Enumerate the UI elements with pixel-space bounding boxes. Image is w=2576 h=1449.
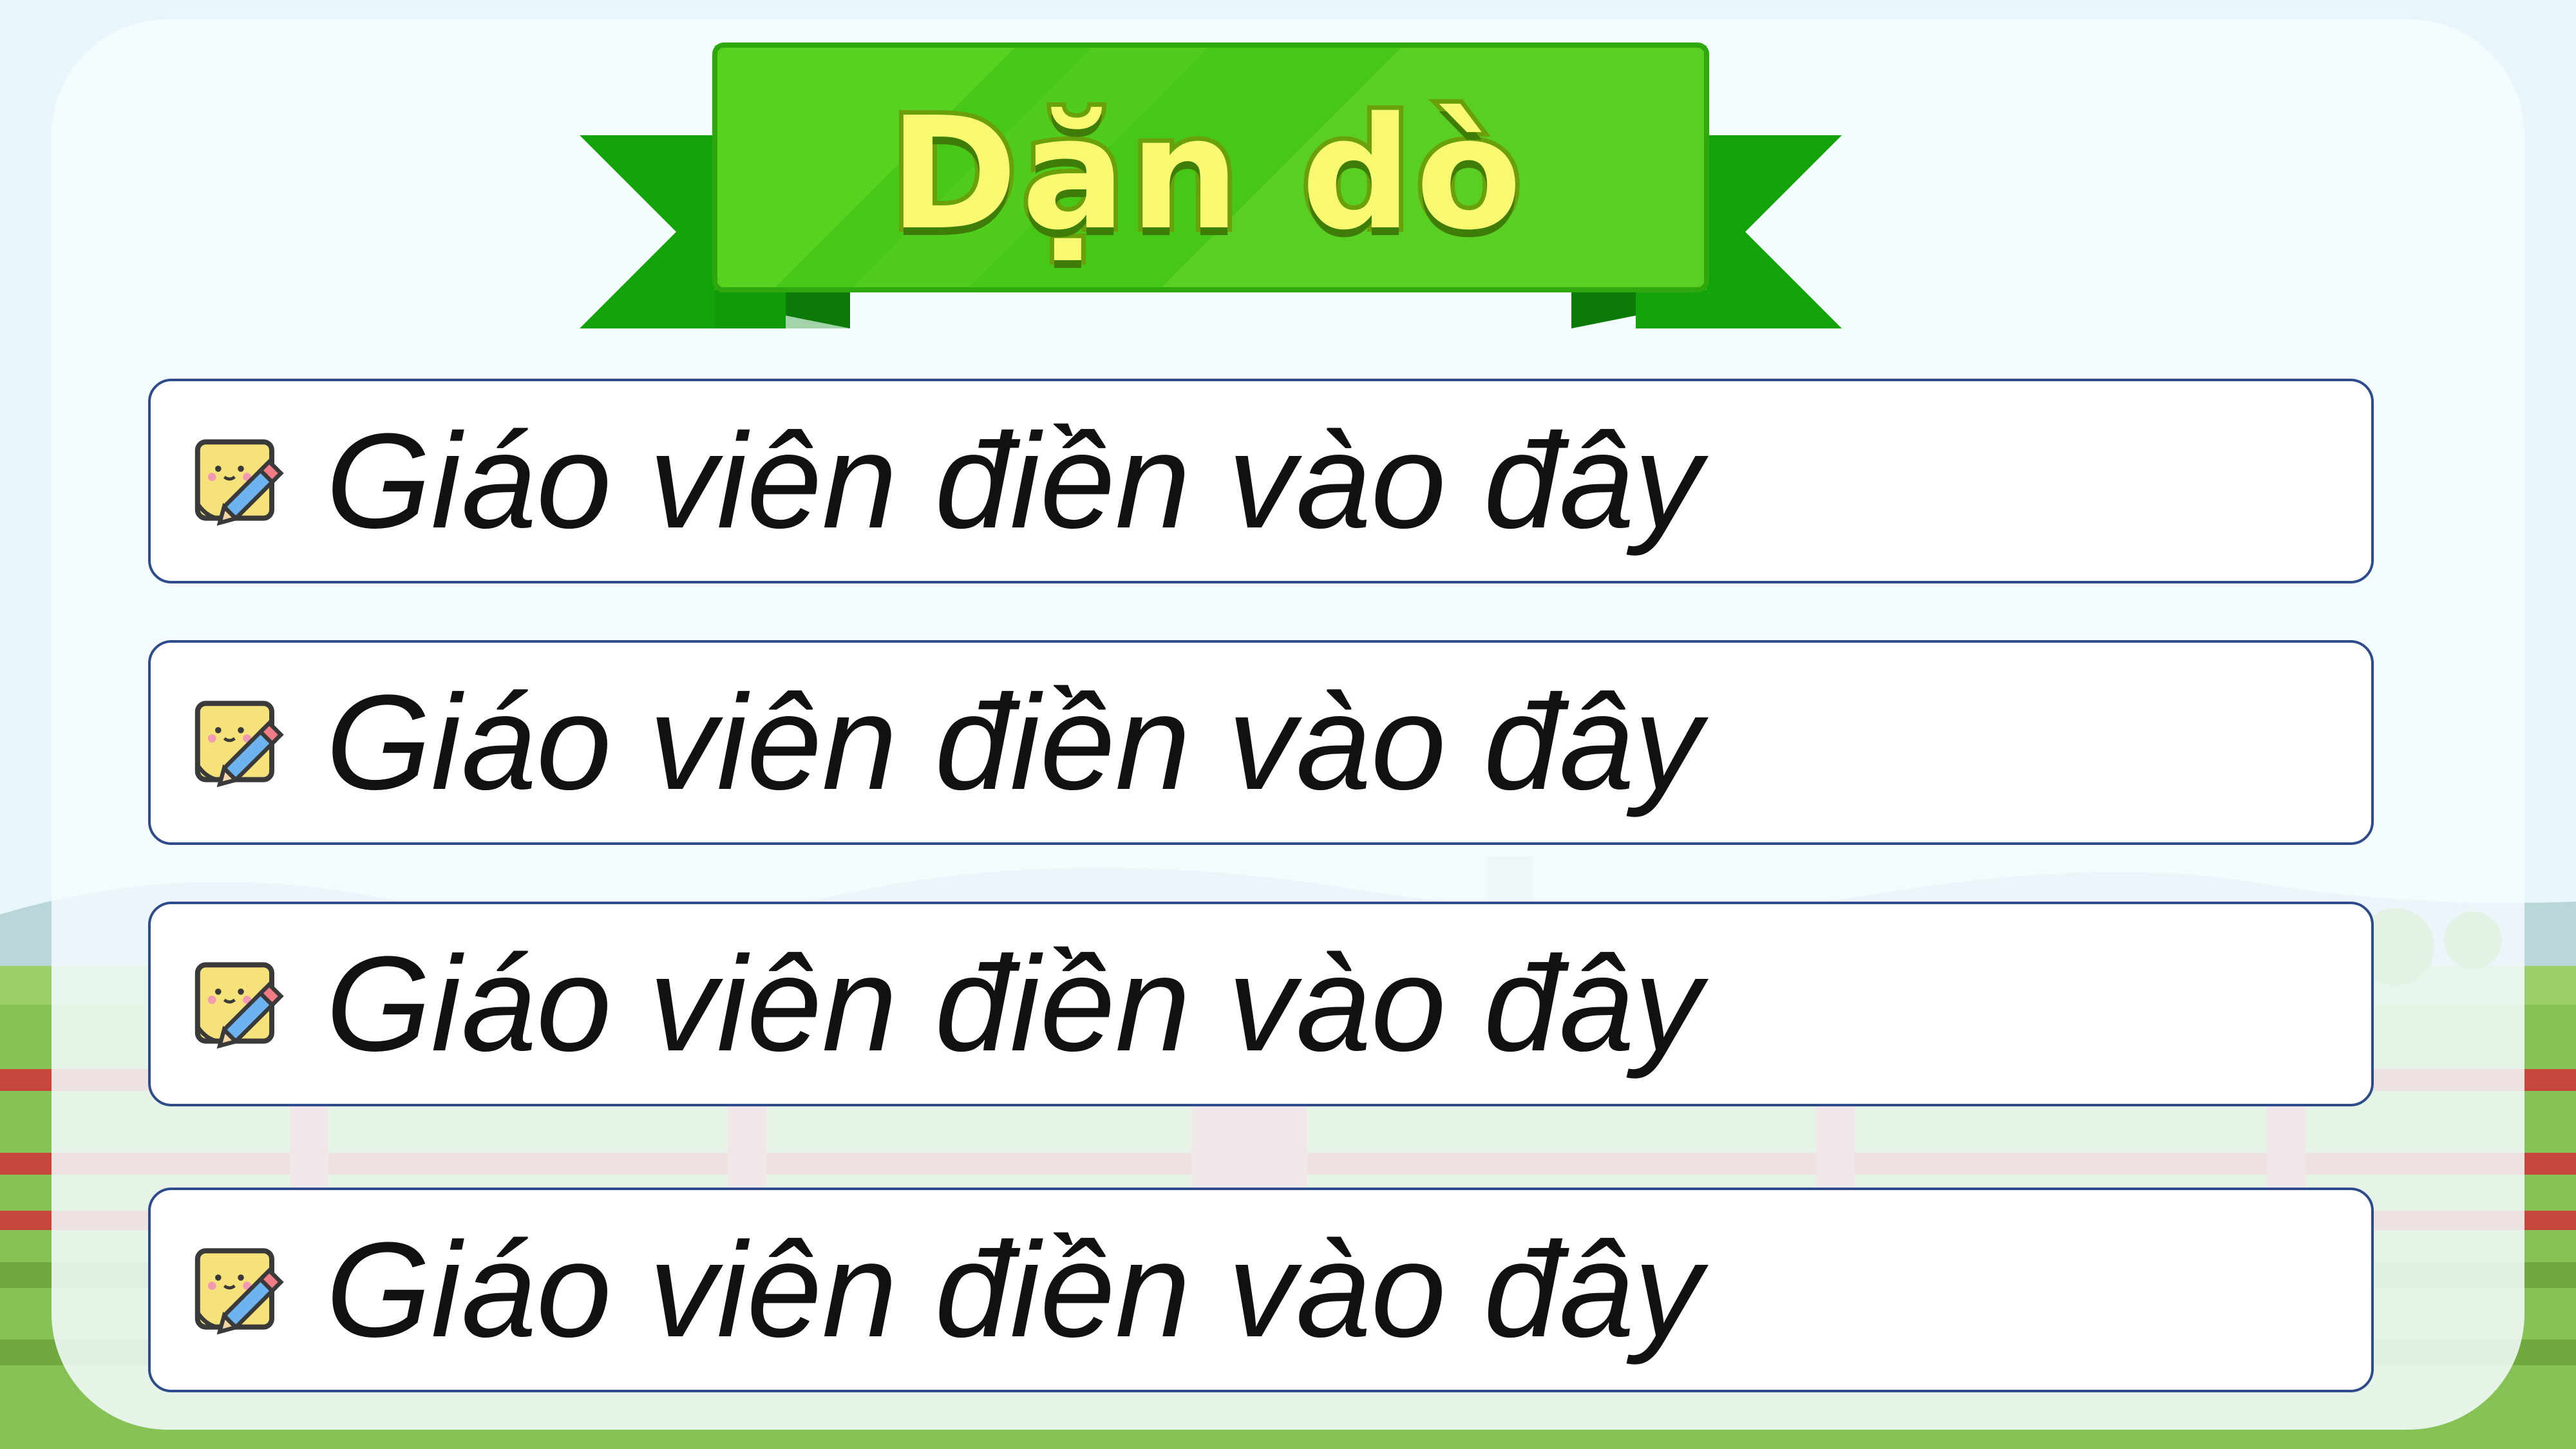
slide-title: Dặn dò (885, 79, 1526, 269)
note-pencil-icon (194, 701, 284, 788)
note-pencil-icon (194, 1248, 284, 1335)
note-text[interactable]: Giáo viên điền vào đây (326, 1222, 1701, 1358)
note-text[interactable]: Giáo viên điền vào đây (326, 413, 1701, 549)
note-row[interactable]: Giáo viên điền vào đây (148, 1188, 2374, 1392)
note-text[interactable]: Giáo viên điền vào đây (326, 675, 1701, 810)
note-row[interactable]: Giáo viên điền vào đây (148, 379, 2374, 583)
note-row[interactable]: Giáo viên điền vào đây (148, 640, 2374, 845)
note-row[interactable]: Giáo viên điền vào đây (148, 902, 2374, 1106)
note-text[interactable]: Giáo viên điền vào đây (326, 936, 1701, 1072)
note-pencil-icon (194, 439, 284, 526)
note-pencil-icon (194, 962, 284, 1049)
